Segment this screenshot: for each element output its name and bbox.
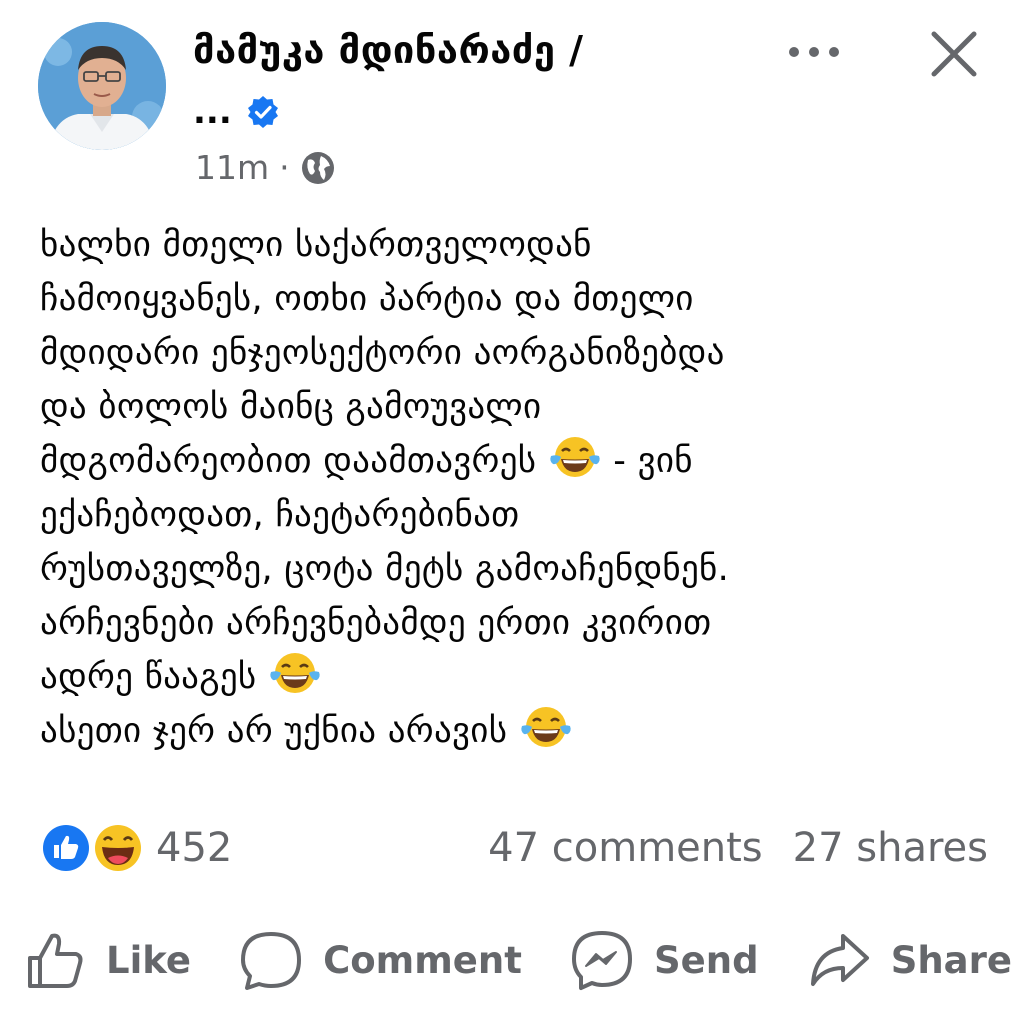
- share-button[interactable]: Share: [807, 928, 1012, 992]
- comment-label: Comment: [323, 938, 522, 982]
- post-header: მამუკა მდინარაძე / ... 11m ·: [0, 0, 1024, 200]
- post-line: ხალხი მთელი საქართველოდან: [40, 225, 592, 265]
- post-line: ექაჩებოდათ, ჩაეტარებინათ: [40, 495, 520, 535]
- post-line: და ბოლოს მაინც გამოუვალი: [40, 387, 542, 427]
- author-name-continued: ...: [193, 92, 280, 132]
- tears-of-joy-emoji: [519, 704, 573, 750]
- more-options-icon: [789, 47, 839, 57]
- post-line: ასეთი ჯერ არ უქნია არავის: [40, 711, 508, 751]
- like-label: Like: [106, 938, 191, 982]
- tears-of-joy-emoji: [548, 434, 602, 480]
- reaction-icons[interactable]: [38, 820, 154, 876]
- globe-icon: [300, 150, 336, 186]
- action-bar: Like Comment Send Share: [22, 925, 1012, 995]
- send-label: Send: [654, 938, 759, 982]
- close-icon: [931, 31, 977, 77]
- reactions-row: 452 47 comments 27 shares: [38, 818, 988, 878]
- post-text: ხალხი მთელი საქართველოდან ჩამოიყვანეს, ო…: [40, 218, 1000, 758]
- post-line: რუსთაველზე, ცოტა მეტს გამოაჩენდნენ.: [40, 549, 730, 589]
- share-label: Share: [890, 938, 1012, 982]
- engagement-stats: 47 comments 27 shares: [488, 825, 988, 871]
- tears-of-joy-emoji: [268, 650, 322, 696]
- post-line: ჩამოიყვანეს, ოთხი პარტია და მთელი: [40, 279, 694, 319]
- more-options-button[interactable]: [782, 30, 846, 74]
- post-time[interactable]: 11m: [195, 148, 269, 187]
- post-line: მდიდარი ენჯეოსექტორი აორგანიზებდა: [40, 333, 725, 373]
- post-line: - ვინ: [613, 441, 693, 481]
- post-line: ადრე წააგეს: [40, 657, 257, 697]
- author-name[interactable]: მამუკა მდინარაძე /: [193, 28, 584, 72]
- send-button[interactable]: Send: [570, 928, 759, 992]
- comments-count[interactable]: 47 comments: [488, 825, 763, 871]
- haha-reaction-icon: [92, 822, 144, 874]
- verified-badge-icon: [246, 95, 280, 129]
- author-name-ellipsis: ...: [193, 92, 232, 132]
- share-arrow-icon: [810, 934, 869, 986]
- messenger-icon: [572, 931, 632, 990]
- thumbs-up-icon: [28, 933, 83, 988]
- comment-bubble-icon: [241, 932, 302, 990]
- close-button[interactable]: [922, 22, 986, 86]
- shares-count[interactable]: 27 shares: [793, 825, 988, 871]
- avatar[interactable]: [38, 22, 166, 150]
- like-reaction-icon: [40, 822, 92, 874]
- like-button[interactable]: Like: [22, 928, 191, 992]
- comment-button[interactable]: Comment: [239, 928, 522, 992]
- meta-separator: ·: [279, 148, 290, 187]
- post-line: მდგომარეობით დაამთავრეს: [40, 441, 537, 481]
- reaction-count[interactable]: 452: [156, 825, 232, 871]
- post-line: არჩევნები არჩევნებამდე ერთი კვირით: [40, 603, 712, 643]
- post-meta: 11m ·: [195, 148, 336, 187]
